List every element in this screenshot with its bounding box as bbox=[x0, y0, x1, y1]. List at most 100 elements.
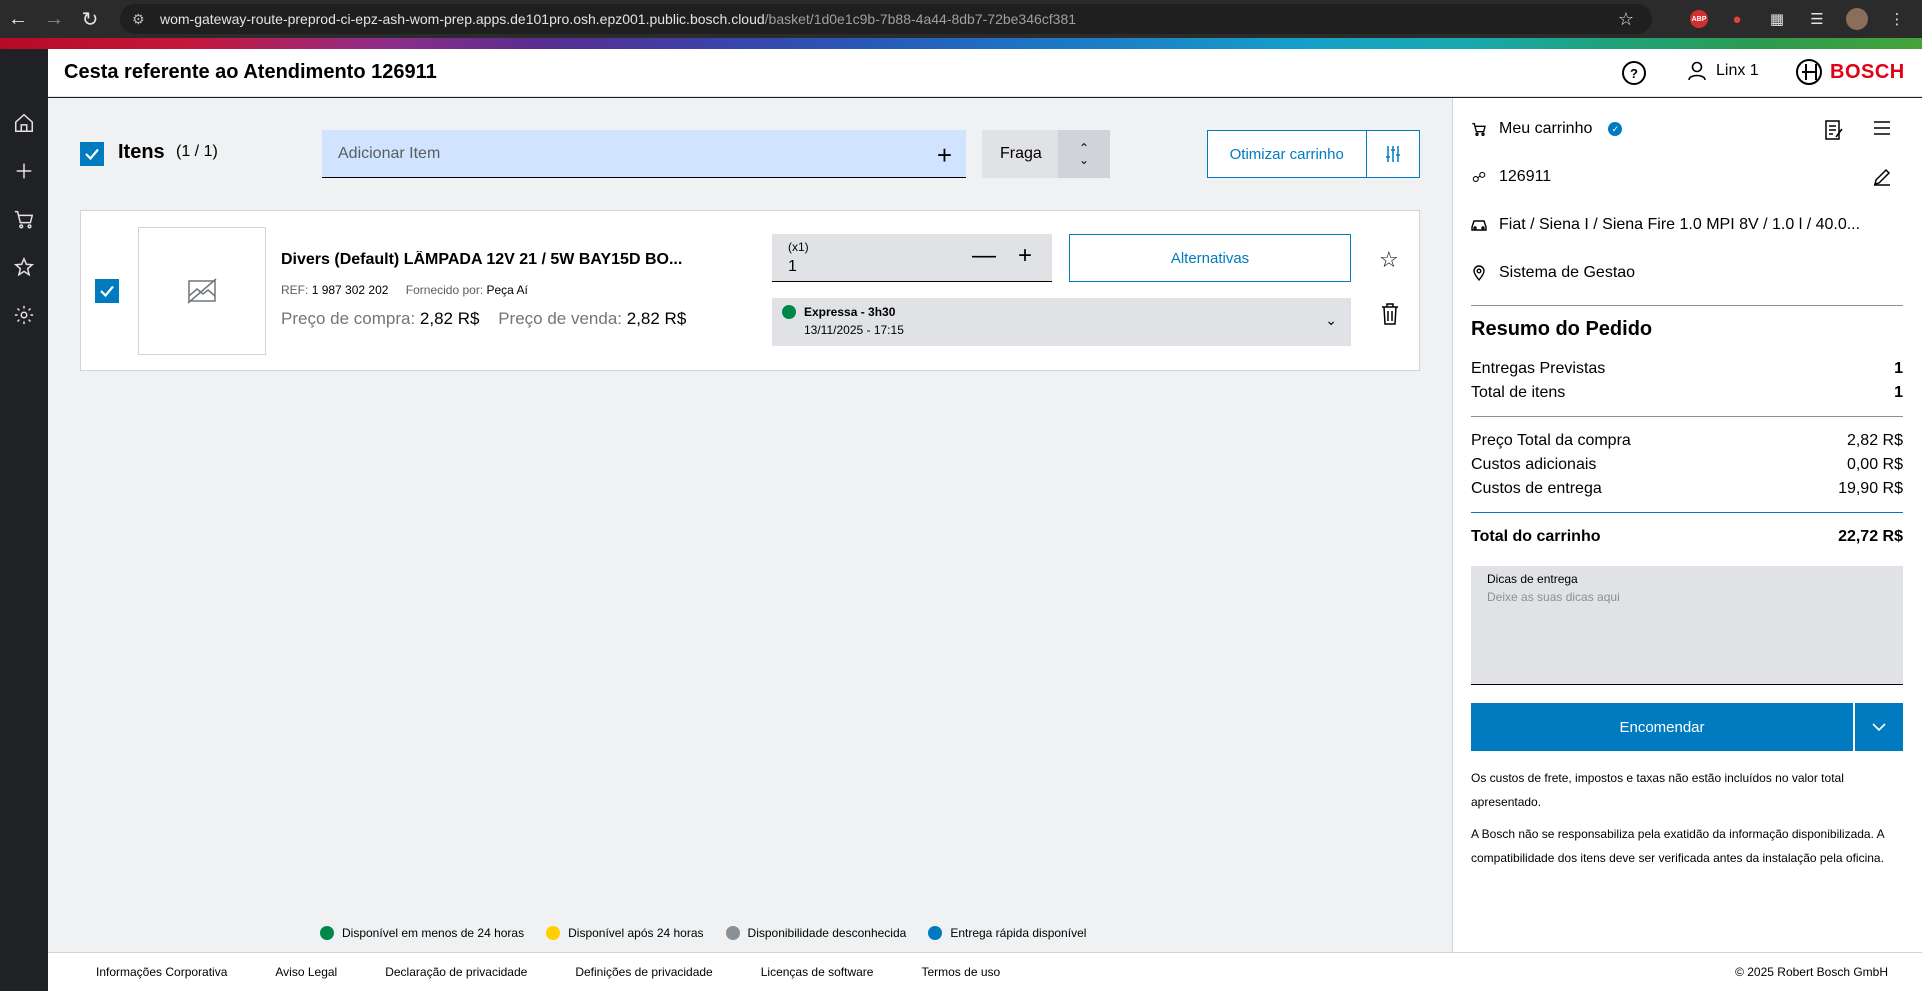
adblock-plus-icon[interactable]: ABP bbox=[1690, 10, 1708, 28]
summary-value: 0,00 R$ bbox=[1846, 456, 1903, 473]
summary-row: Total de itens 1 bbox=[1471, 384, 1903, 402]
cart-icon[interactable] bbox=[0, 195, 48, 243]
cart-side-panel: Meu carrinho ✓ ☍ 126911 Fiat / Siena I / … bbox=[1452, 98, 1922, 952]
vehicle-row: Fiat / Siena I / Siena Fire 1.0 MPI 8V /… bbox=[1471, 216, 1860, 234]
extensions-puzzle-icon[interactable]: ▦ bbox=[1766, 8, 1788, 30]
optimize-cart-label: Otimizar carrinho bbox=[1208, 131, 1367, 177]
item-reference: REF: 1 987 302 202 Fornecido por: Peça A… bbox=[281, 283, 528, 297]
copyright: © 2025 Robert Bosch GmbH bbox=[1735, 965, 1888, 979]
sell-price-value: 2,82 R$ bbox=[626, 309, 687, 328]
minus-icon[interactable]: — bbox=[972, 242, 996, 270]
items-count: (1 / 1) bbox=[176, 143, 218, 160]
select-all-checkbox[interactable] bbox=[80, 142, 104, 166]
add-item-input[interactable]: Adicionar Item + bbox=[322, 130, 966, 178]
service-id-row: ☍ 126911 bbox=[1471, 168, 1551, 186]
footer-link-corporate-info[interactable]: Informações Corporativa bbox=[96, 965, 227, 979]
url-path: /basket/1d0e1c9b-7b88-4a44-8db7-72be346c… bbox=[764, 11, 1077, 27]
delivery-tips-placeholder: Deixe as suas dicas aqui bbox=[1487, 590, 1620, 604]
summary-value: 2,82 R$ bbox=[1846, 432, 1903, 449]
add-item-plus-icon[interactable]: + bbox=[937, 140, 952, 171]
media-controls-icon[interactable]: ☰ bbox=[1806, 8, 1828, 30]
bosch-armature-icon bbox=[1796, 59, 1822, 85]
supplier-select-value: Fraga bbox=[1000, 145, 1042, 162]
delivery-tips-textarea[interactable]: Dicas de entrega Deixe as suas dicas aqu… bbox=[1471, 566, 1903, 685]
delivery-date: 13/11/2025 - 17:15 bbox=[804, 323, 904, 337]
basket-main: Itens (1 / 1) Adicionar Item + Fraga ⌃ ⌄ … bbox=[48, 98, 1452, 952]
cart-total-value: 22,72 R$ bbox=[1838, 528, 1903, 545]
profile-avatar[interactable] bbox=[1846, 8, 1868, 30]
user-icon bbox=[1688, 61, 1706, 81]
edit-pencil-icon[interactable] bbox=[1873, 168, 1891, 191]
order-summary-title: Resumo do Pedido bbox=[1471, 318, 1653, 340]
home-icon[interactable] bbox=[0, 99, 48, 147]
alternatives-button[interactable]: Alternativas bbox=[1069, 234, 1351, 282]
costs-disclaimer: Os custos de frete, impostos e taxas não… bbox=[1471, 771, 1844, 809]
legend-item: Disponível após 24 horas bbox=[546, 926, 704, 940]
extension-red-icon[interactable]: ● bbox=[1726, 8, 1748, 30]
reload-icon[interactable]: ↻ bbox=[72, 0, 108, 38]
forward-icon[interactable]: → bbox=[36, 0, 72, 38]
order-button[interactable]: Encomendar bbox=[1471, 703, 1903, 751]
browser-toolbar: ← → ↻ ⚙ wom-gateway-route-preprod-ci-epz… bbox=[0, 0, 1922, 38]
help-icon[interactable]: ? bbox=[1622, 61, 1646, 85]
item-prices: Preço de compra: 2,82 R$ Preço de venda:… bbox=[281, 309, 686, 329]
address-bar[interactable]: ⚙ wom-gateway-route-preprod-ci-epz-ash-w… bbox=[120, 4, 1652, 34]
filter-sliders-icon[interactable] bbox=[1367, 131, 1420, 177]
bosch-supergraphic bbox=[0, 38, 1922, 49]
browser-menu-icon[interactable]: ⋮ bbox=[1886, 8, 1908, 30]
trash-icon[interactable] bbox=[1381, 303, 1399, 330]
summary-label: Custos de entrega bbox=[1471, 480, 1602, 497]
legend-item: Disponível em menos de 24 horas bbox=[320, 926, 524, 940]
divider bbox=[1471, 512, 1903, 513]
user-menu[interactable]: Linx 1 bbox=[1688, 61, 1759, 81]
settings-gear-icon[interactable] bbox=[0, 291, 48, 339]
footer-link-terms-of-use[interactable]: Termos de uso bbox=[921, 965, 1000, 979]
verified-check-icon: ✓ bbox=[1608, 122, 1623, 136]
summary-row: Entregas Previstas 1 bbox=[1471, 360, 1903, 378]
menu-hamburger-icon[interactable] bbox=[1873, 120, 1891, 141]
footer-link-privacy-settings[interactable]: Definições de privacidade bbox=[575, 965, 712, 979]
add-icon[interactable] bbox=[0, 147, 48, 195]
footer-links: Informações Corporativa Aviso Legal Decl… bbox=[96, 965, 1000, 979]
item-name[interactable]: Divers (Default) LÂMPADA 12V 21 / 5W BAY… bbox=[281, 251, 682, 269]
summary-label: Preço Total da compra bbox=[1471, 432, 1631, 449]
delivery-title: Expressa - 3h30 bbox=[804, 305, 896, 319]
divider bbox=[1471, 305, 1903, 306]
quantity-value[interactable]: 1 bbox=[788, 258, 797, 276]
plus-icon[interactable]: + bbox=[1018, 242, 1032, 270]
service-id: 126911 bbox=[1499, 168, 1552, 185]
page-title: Cesta referente ao Atendimento 126911 bbox=[64, 61, 437, 83]
supplier-label: Fornecido por: bbox=[405, 283, 484, 297]
divider bbox=[1471, 416, 1903, 417]
legend-label: Entrega rápida disponível bbox=[950, 926, 1087, 940]
favorites-star-icon[interactable] bbox=[0, 243, 48, 291]
summary-row: Custos de entrega 19,90 R$ bbox=[1471, 480, 1903, 498]
site-info-icon[interactable]: ⚙ bbox=[132, 11, 150, 28]
legend-item: Disponibilidade desconhecida bbox=[725, 926, 906, 940]
footer-link-privacy-statement[interactable]: Declaração de privacidade bbox=[385, 965, 527, 979]
bookmark-star-icon[interactable]: ☆ bbox=[1618, 9, 1634, 30]
left-navigation bbox=[0, 49, 48, 991]
delivery-option-select[interactable]: Expressa - 3h30 13/11/2025 - 17:15 ⌄ bbox=[772, 298, 1351, 346]
system-row: Sistema de Gestao bbox=[1471, 264, 1635, 282]
location-pin-icon bbox=[1471, 265, 1487, 281]
item-checkbox[interactable] bbox=[95, 279, 119, 303]
chevron-down-icon[interactable] bbox=[1855, 703, 1903, 751]
vehicle-description[interactable]: Fiat / Siena I / Siena Fire 1.0 MPI 8V /… bbox=[1499, 216, 1860, 234]
notes-icon[interactable] bbox=[1825, 120, 1843, 145]
quantity-stepper[interactable]: (x1) 1 — + bbox=[772, 234, 1052, 282]
favorite-star-icon[interactable]: ☆ bbox=[1379, 247, 1399, 273]
footer-link-legal-notice[interactable]: Aviso Legal bbox=[275, 965, 337, 979]
add-item-placeholder: Adicionar Item bbox=[338, 144, 441, 162]
optimize-cart-button[interactable]: Otimizar carrinho bbox=[1207, 130, 1420, 178]
summary-label: Total de itens bbox=[1471, 384, 1566, 401]
summary-label: Entregas Previstas bbox=[1471, 360, 1606, 377]
chevron-down-icon[interactable]: ⌄ bbox=[1325, 312, 1337, 329]
ref-value: 1 987 302 202 bbox=[311, 283, 389, 297]
summary-value: 1 bbox=[1894, 360, 1903, 377]
back-icon[interactable]: ← bbox=[0, 0, 36, 38]
footer-link-software-licenses[interactable]: Licenças de software bbox=[761, 965, 874, 979]
sort-arrows-icon[interactable]: ⌃ ⌄ bbox=[1058, 130, 1110, 178]
image-placeholder-icon bbox=[138, 227, 266, 355]
supplier-select[interactable]: Fraga ⌃ ⌄ bbox=[982, 130, 1110, 178]
